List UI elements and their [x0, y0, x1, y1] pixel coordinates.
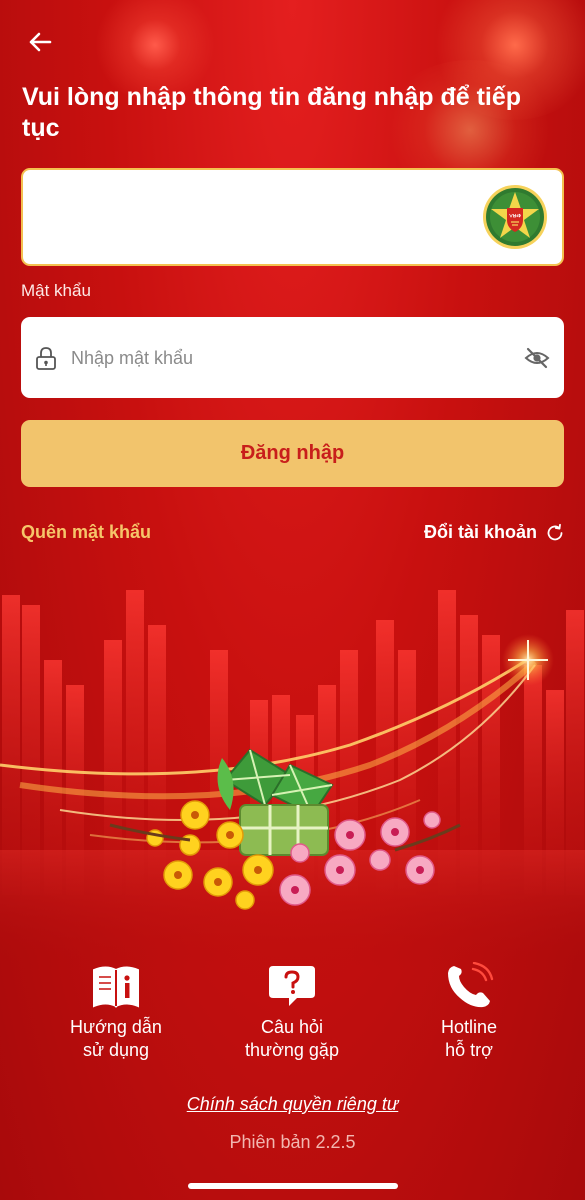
hotline-line1: Hotline: [440, 1017, 498, 1037]
account-field[interactable]: [21, 168, 564, 266]
hotline-line2: hỗ trợ: [445, 1040, 493, 1060]
hotline-link[interactable]: Hotline hỗ trợ: [394, 962, 544, 1062]
page-title: Vui lòng nhập thông tin đăng nhập để tiế…: [22, 83, 522, 142]
privacy-policy-link[interactable]: Chính sách quyền riêng tư: [0, 1094, 585, 1115]
login-button[interactable]: Đăng nhập: [21, 420, 564, 487]
faq-line2: thường gặp: [245, 1040, 339, 1060]
phone-icon: [448, 962, 494, 1008]
forgot-password-link[interactable]: Quên mật khẩu: [21, 522, 151, 543]
switch-account-label: Đổi tài khoản: [423, 522, 537, 542]
password-label: Mật khẩu: [21, 281, 91, 300]
faq-link[interactable]: Câu hỏi thường gặp: [217, 962, 367, 1062]
vneid-logo: [483, 185, 547, 249]
refresh-icon: [547, 523, 563, 540]
tet-decoration-illustration: [0, 590, 585, 970]
question-bubble-icon: [269, 966, 315, 1006]
switch-account-button[interactable]: Đổi tài khoản: [424, 522, 565, 543]
app-version: Phiên bản 2.2.5: [229, 1132, 356, 1152]
home-indicator[interactable]: [188, 1183, 398, 1189]
faq-line1: Câu hỏi: [260, 1017, 324, 1037]
quick-links: Hướng dẫn sử dụng Câu hỏi thường gặp Hot…: [0, 962, 585, 1072]
lock-icon: [36, 347, 56, 370]
account-input[interactable]: [41, 200, 475, 236]
book-info-icon: [93, 966, 139, 1008]
back-arrow-icon[interactable]: [24, 26, 56, 58]
user-guide-line2: sử dụng: [82, 1040, 150, 1060]
user-guide-line1: Hướng dẫn: [70, 1017, 162, 1037]
password-input[interactable]: [69, 339, 503, 377]
user-guide-link[interactable]: Hướng dẫn sử dụng: [41, 962, 191, 1062]
eye-off-icon[interactable]: [524, 346, 550, 370]
password-field[interactable]: [21, 317, 564, 398]
